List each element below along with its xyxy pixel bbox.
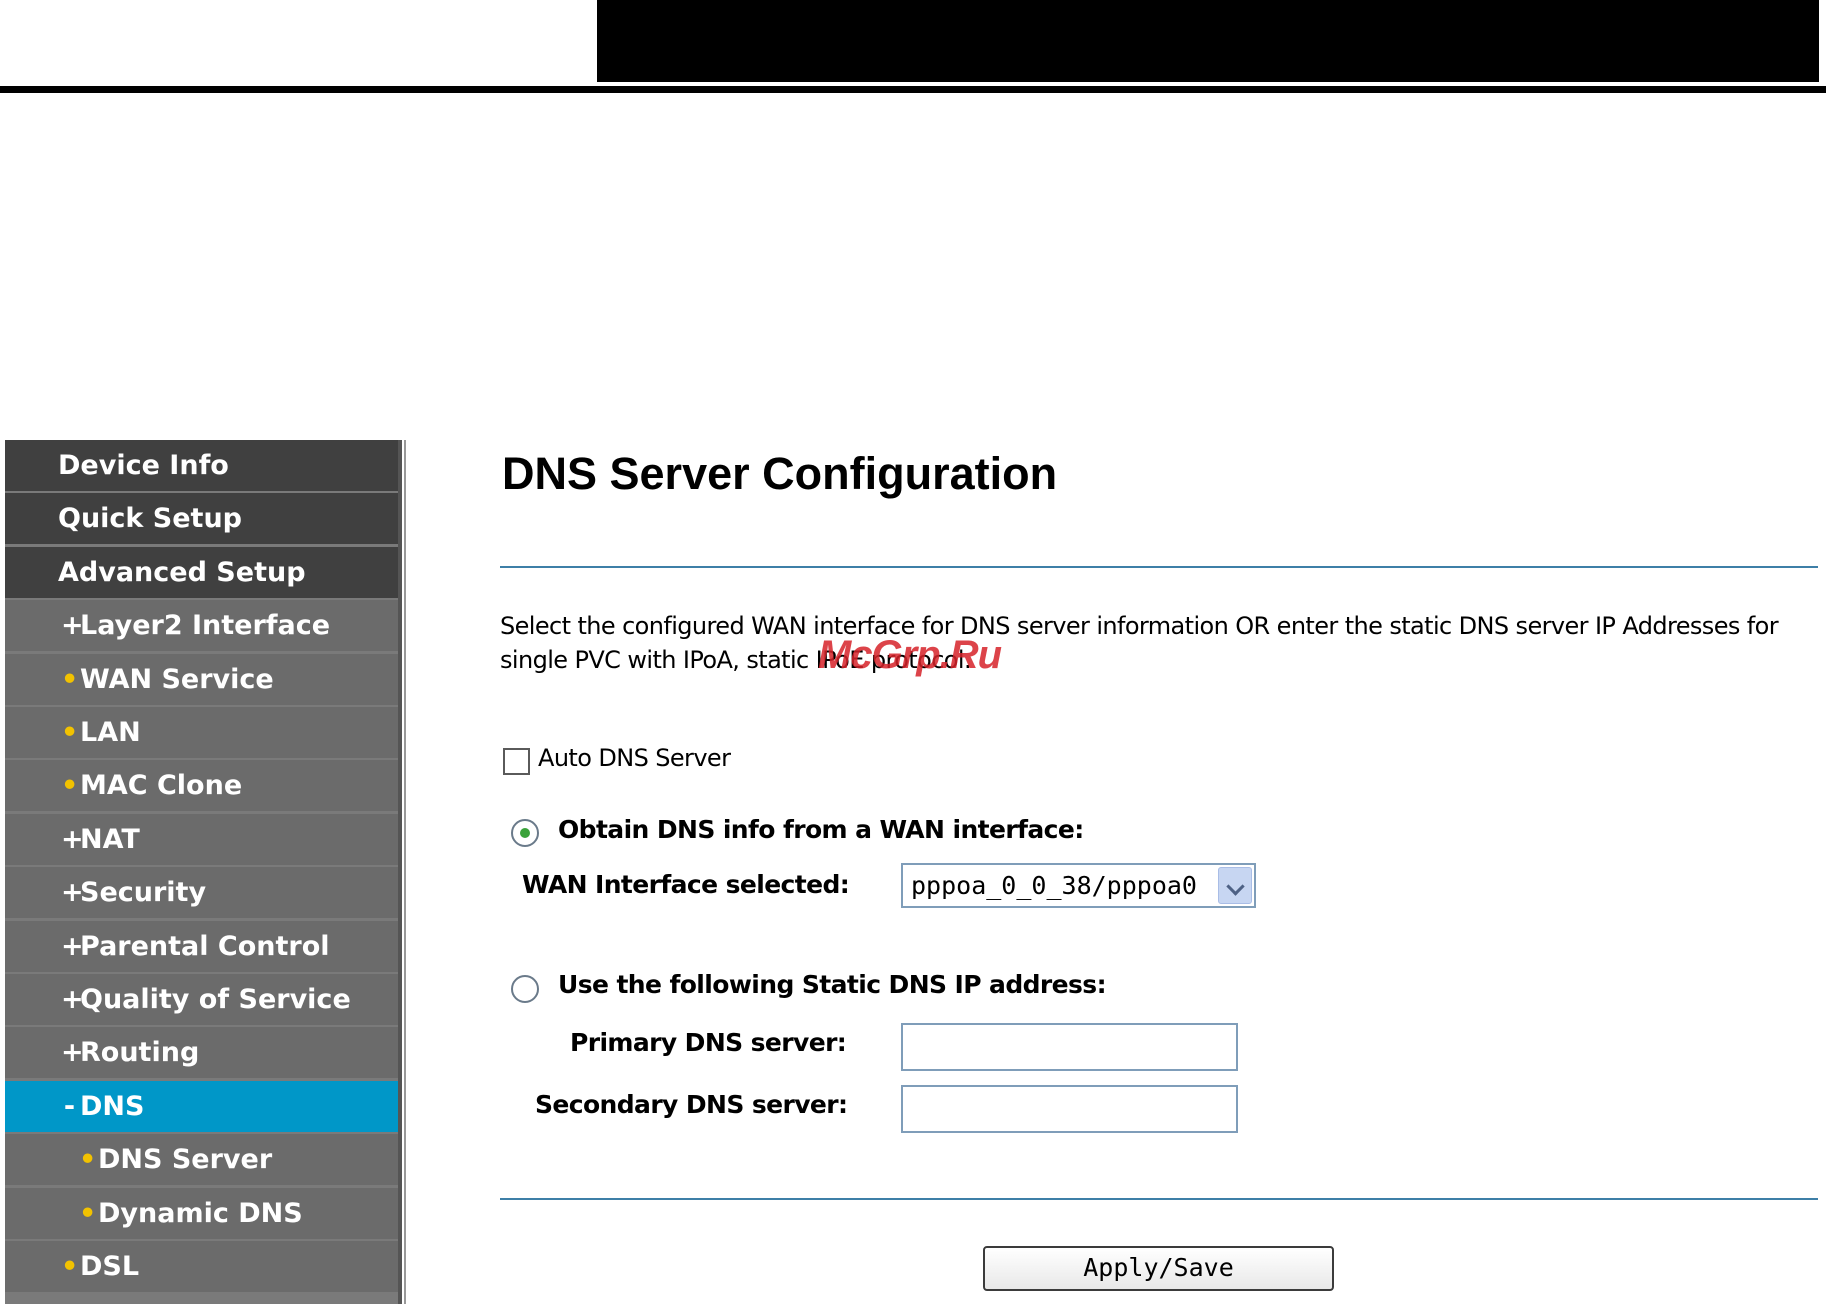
sidebar-item-dns-server[interactable]: •DNS Server: [5, 1134, 398, 1185]
auto-dns-label: Auto DNS Server: [538, 744, 731, 772]
sidebar-item-nat[interactable]: +NAT: [5, 814, 398, 865]
sidebar-item-label: Layer2 Interface: [80, 610, 331, 641]
sidebar-item-routing[interactable]: +Routing: [5, 1027, 398, 1078]
sidebar-item-dsl[interactable]: •DSL: [5, 1241, 398, 1292]
sidebar-item-label: Quick Setup: [58, 503, 243, 534]
sidebar-item-advanced-setup[interactable]: Advanced Setup: [5, 547, 398, 598]
bottom-divider: [500, 1198, 1818, 1200]
watermark: McGrp.Ru: [818, 633, 1002, 677]
sidebar-item-label: WAN Service: [80, 664, 274, 695]
static-dns-radio[interactable]: [511, 975, 539, 1003]
secondary-dns-label: Secondary DNS server:: [535, 1090, 848, 1119]
sidebar-item-label: Routing: [80, 1037, 200, 1068]
sidebar-item-label: Security: [80, 877, 207, 908]
sidebar-item-label: Parental Control: [80, 931, 330, 962]
sidebar-divider-highlight: [404, 440, 406, 1304]
primary-dns-label: Primary DNS server:: [570, 1028, 847, 1057]
sidebar-item-security[interactable]: +Security: [5, 867, 398, 918]
page-description: Select the configured WAN interface for …: [500, 612, 1779, 674]
chevron-down-icon[interactable]: [1218, 867, 1252, 904]
sidebar-item-label: Dynamic DNS: [98, 1198, 303, 1229]
wan-interface-selected-label: WAN Interface selected:: [522, 870, 850, 899]
bullet-icon: •: [61, 1251, 79, 1282]
bullet-icon: •: [61, 770, 79, 801]
sidebar-item-quality-of-service[interactable]: +Quality of Service: [5, 974, 398, 1025]
sidebar-item-label: DNS Server: [98, 1144, 273, 1175]
sidebar-item-label: NAT: [80, 824, 140, 855]
apply-save-button[interactable]: Apply/Save: [983, 1246, 1334, 1291]
auto-dns-checkbox[interactable]: [503, 748, 530, 775]
sidebar-item-label: Device Info: [58, 450, 229, 481]
sidebar-item-label: MAC Clone: [80, 770, 243, 801]
sidebar-item-label: Advanced Setup: [58, 557, 306, 588]
sidebar-item-label: Quality of Service: [80, 984, 351, 1015]
secondary-dns-input[interactable]: [901, 1085, 1238, 1133]
top-divider: [500, 566, 1818, 568]
sidebar-item-dns[interactable]: - DNS: [5, 1081, 398, 1132]
bullet-icon: •: [79, 1198, 97, 1229]
wan-interface-select[interactable]: pppoa_0_0_38/pppoa0: [901, 863, 1256, 908]
sidebar-item-label: DSL: [80, 1251, 140, 1282]
plus-icon: +: [61, 1037, 84, 1068]
sidebar: Device Info Quick Setup Advanced Setup +Lay…: [5, 440, 398, 1304]
static-dns-option-label: Use the following Static DNS IP address:: [558, 970, 1107, 999]
sidebar-item-device-info[interactable]: Device Info: [5, 440, 398, 491]
sidebar-item-parental-control[interactable]: +Parental Control: [5, 921, 398, 972]
wan-interface-option-label: Obtain DNS info from a WAN interface:: [558, 815, 1084, 844]
plus-icon: +: [61, 824, 84, 855]
plus-icon: +: [61, 984, 84, 1015]
plus-icon: +: [61, 610, 84, 641]
bullet-icon: •: [61, 664, 79, 695]
sidebar-item-layer2-interface[interactable]: +Layer2 Interface: [5, 600, 398, 651]
sidebar-item-label: LAN: [80, 717, 141, 748]
sidebar-divider: [398, 440, 402, 1304]
primary-dns-input[interactable]: [901, 1023, 1238, 1071]
wan-interface-radio[interactable]: [511, 819, 539, 847]
plus-icon: +: [61, 931, 84, 962]
sidebar-item-mac-clone[interactable]: •MAC Clone: [5, 760, 398, 811]
sidebar-item-dynamic-dns[interactable]: •Dynamic DNS: [5, 1188, 398, 1239]
radio-selected-dot: [520, 828, 530, 838]
bullet-icon: •: [61, 717, 79, 748]
bullet-icon: •: [79, 1144, 97, 1175]
page-title: DNS Server Configuration: [502, 448, 1058, 499]
sidebar-item-label: DNS: [80, 1091, 145, 1122]
plus-icon: +: [61, 877, 84, 908]
sidebar-item-quick-setup[interactable]: Quick Setup: [5, 493, 398, 544]
header-bar: [597, 0, 1819, 82]
sidebar-item-wan-service[interactable]: •WAN Service: [5, 654, 398, 705]
sidebar-item-lan[interactable]: •LAN: [5, 707, 398, 758]
wan-interface-select-value: pppoa_0_0_38/pppoa0: [911, 871, 1197, 900]
minus-icon: -: [63, 1091, 76, 1122]
header-rule: [0, 86, 1826, 93]
